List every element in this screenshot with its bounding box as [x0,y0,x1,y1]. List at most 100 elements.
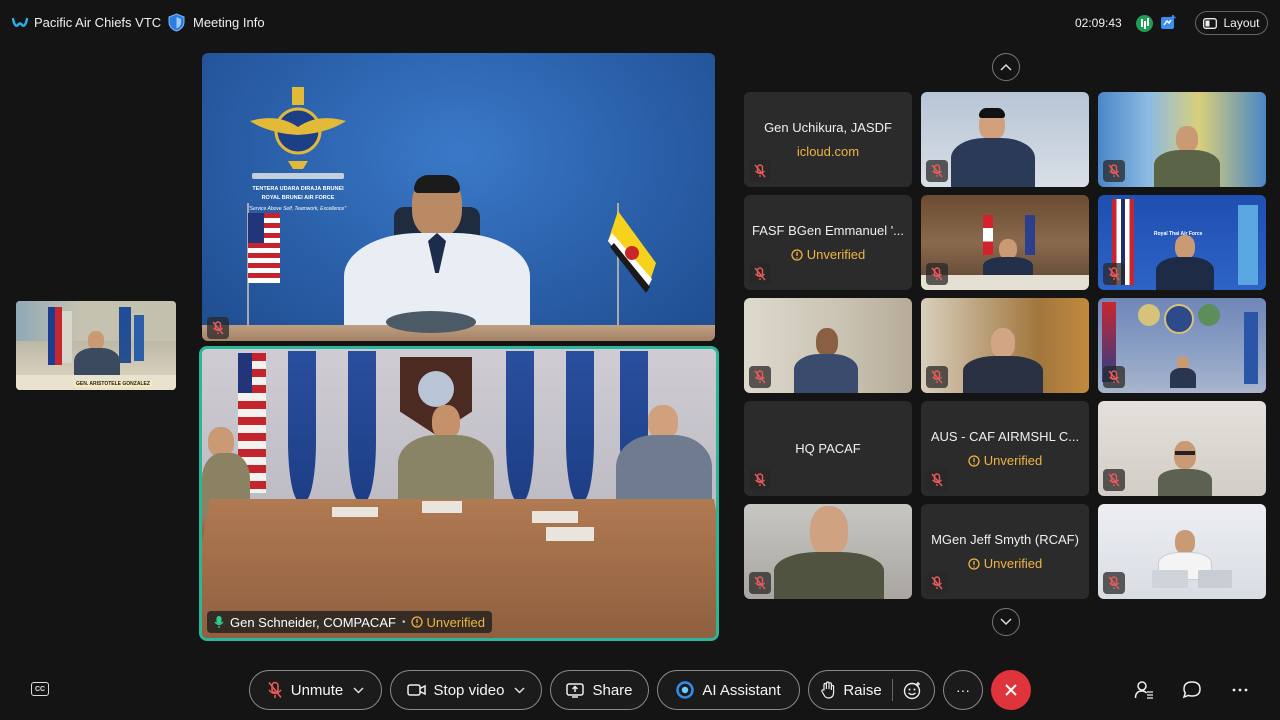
mute-indicator [1103,572,1125,594]
unmute-label: Unmute [290,681,344,699]
mute-indicator [749,263,771,285]
video-tile[interactable] [744,298,912,393]
air-force-emblem-icon [250,87,346,169]
separator-dot: • [401,616,406,628]
mute-indicator [749,572,771,594]
raise-hand-button[interactable]: Raise [808,670,935,710]
mute-indicator [207,317,229,339]
shield-icon [168,13,185,32]
mute-indicator [1103,469,1125,491]
video-tile[interactable]: Royal Thai Air Force [1098,195,1266,290]
video-tile-main-top[interactable]: TENTERA UDARA DIRAJA BRUNEI ROYAL BRUNEI… [202,53,715,341]
video-tile[interactable]: Gen Uchikura, JASDF icloud.com [744,92,912,187]
video-tile[interactable] [921,298,1089,393]
unverified-badge: Unverified [744,247,912,262]
mic-muted-icon [931,370,943,384]
layout-icon [1203,17,1218,29]
ai-assistant-button[interactable]: AI Assistant [657,670,800,710]
self-view[interactable]: GEN. ARISTOTELE GONZALEZ [16,301,176,390]
laptop [1198,570,1232,588]
mute-indicator [1103,263,1125,285]
leave-meeting-button[interactable] [991,670,1031,710]
app-title: Pacific Air Chiefs VTC [12,15,161,30]
video-tile[interactable] [921,195,1089,290]
warning-icon [968,557,980,570]
meeting-timer: 02:09:43 [1075,16,1122,30]
participant-figure [1156,235,1214,290]
participant-figure [794,324,858,393]
meeting-info-button[interactable]: Meeting Info [168,13,265,32]
participant-figure [398,405,494,505]
webex-logo-icon [12,17,28,27]
emblem-text-arabic [252,173,344,179]
air-force-flag [348,351,376,501]
unmute-button[interactable]: Unmute [249,670,382,710]
scroll-down-button[interactable] [992,608,1020,636]
participant-domain: icloud.com [796,144,860,159]
participant-figure [616,405,712,515]
more-label: ··· [956,682,970,698]
more-panels-icon[interactable] [1230,680,1250,700]
mute-indicator [926,263,948,285]
active-speaker-label: Gen Schneider, COMPACAF • Unverified [207,611,492,633]
video-tile[interactable] [1098,298,1266,393]
share-screen-icon [566,682,585,698]
warning-icon [791,248,803,261]
video-tile[interactable]: AUS - CAF AIRMSHL C... Unverified [921,401,1089,496]
laptop [1152,570,1188,588]
video-tile[interactable] [744,504,912,599]
ai-assistant-label: AI Assistant [702,681,781,699]
reactions-icon[interactable] [903,681,922,700]
video-tile-active-speaker[interactable]: Gen Schneider, COMPACAF • Unverified [199,346,719,641]
top-bar: Pacific Air Chiefs VTC Meeting Info 02:0… [0,0,1280,46]
unverified-label: Unverified [806,247,866,262]
video-tile[interactable]: HQ PACAF [744,401,912,496]
more-options-button[interactable]: ··· [943,670,983,710]
unverified-label: Unverified [983,556,1043,571]
participant-name: MGen Jeff Smyth (RCAF) [931,532,1079,547]
self-view-caption: GEN. ARISTOTELE GONZALEZ [74,381,152,387]
participants-icon[interactable] [1134,680,1154,700]
flag [119,307,131,363]
mic-muted-icon [212,321,224,335]
scroll-up-button[interactable] [992,53,1020,81]
participant-name: FASF BGen Emmanuel '... [751,223,905,238]
layout-button[interactable]: Layout [1195,11,1268,35]
share-button[interactable]: Share [550,670,649,710]
emblem-line-2: ROYAL BRUNEI AIR FORCE [261,195,335,201]
mic-muted-icon [1108,370,1120,384]
mic-muted-icon [931,473,943,487]
video-tile[interactable] [921,92,1089,187]
nameplate [332,507,378,517]
nameplate [532,511,578,523]
chevron-down-icon[interactable] [353,686,364,694]
participant-name: HQ PACAF [795,441,861,456]
participant-figure [774,506,884,599]
layout-label: Layout [1223,16,1260,30]
chevron-down-icon[interactable] [514,686,525,694]
participant-name: Gen Uchikura, JASDF [764,120,892,135]
video-tile[interactable] [1098,401,1266,496]
video-tile[interactable] [1098,92,1266,187]
conference-phone [386,311,476,333]
mute-indicator [926,572,948,594]
network-stats-icon[interactable] [1136,15,1153,32]
mute-indicator [926,366,948,388]
chevron-down-icon [1000,618,1012,626]
ai-assistant-icon [676,681,695,699]
air-force-flag [288,351,316,501]
content-share-icon[interactable] [1160,14,1178,31]
participant-figure [1170,356,1196,388]
unverified-label: Unverified [426,614,485,630]
active-speaker-name: Gen Schneider, COMPACAF [230,614,396,630]
video-tile[interactable]: FASF BGen Emmanuel '... Unverified [744,195,912,290]
participant-figure [963,322,1043,393]
share-label: Share [592,681,633,699]
mic-muted-icon [754,473,766,487]
stop-video-label: Stop video [433,681,505,699]
chat-icon[interactable] [1182,680,1202,700]
stop-video-button[interactable]: Stop video [390,670,542,710]
video-tile[interactable]: MGen Jeff Smyth (RCAF) Unverified [921,504,1089,599]
closed-captions-icon[interactable]: CC [31,682,49,696]
video-tile[interactable] [1098,504,1266,599]
